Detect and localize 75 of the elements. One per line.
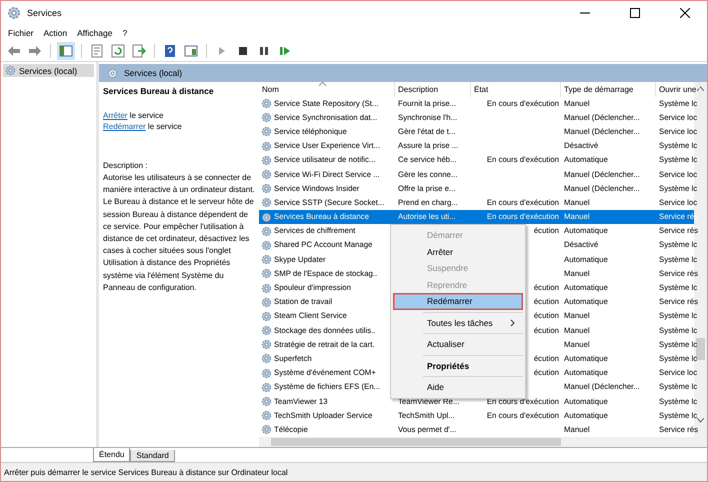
- close-icon[interactable]: [680, 8, 690, 18]
- menu-item[interactable]: Redémarrer: [393, 293, 523, 310]
- gear-icon: [261, 126, 272, 138]
- gear-icon: [261, 112, 272, 124]
- panel-icon: [59, 44, 73, 58]
- column-header[interactable]: Nom: [259, 82, 395, 96]
- column-header[interactable]: État: [471, 82, 561, 96]
- column-header[interactable]: Description: [395, 82, 471, 96]
- gear-icon: [261, 268, 272, 280]
- gear-icon: [5, 65, 16, 76]
- horizontal-scrollbar[interactable]: [259, 437, 707, 447]
- gear-icon: [261, 282, 272, 294]
- gear-icon: [261, 382, 272, 393]
- gear-icon: [261, 296, 272, 308]
- properties-icon[interactable]: [90, 44, 104, 58]
- gear-icon: [261, 140, 272, 152]
- services-icon: [7, 6, 21, 20]
- resume-icon[interactable]: [278, 44, 292, 58]
- stop-icon[interactable]: [236, 44, 250, 58]
- pause-icon[interactable]: [257, 44, 271, 58]
- gear-icon: [261, 424, 272, 436]
- menu-item[interactable]: Propriétés: [393, 358, 523, 374]
- gear-icon: [261, 226, 272, 237]
- menu-item[interactable]: Affichage: [73, 28, 116, 38]
- scroll-down-icon[interactable]: [697, 418, 704, 423]
- scroll-thumb[interactable]: [271, 438, 561, 446]
- menu-item[interactable]: ?: [118, 28, 132, 38]
- tree-item[interactable]: Services (local): [3, 64, 94, 77]
- action-link[interactable]: Redémarrer: [103, 122, 146, 131]
- forward-arrow-icon[interactable]: [28, 44, 42, 58]
- gear-icon: [261, 98, 272, 110]
- back-arrow-icon[interactable]: [7, 44, 21, 58]
- gear-icon: [261, 212, 272, 223]
- gear-icon: [261, 368, 272, 379]
- refresh-icon[interactable]: [111, 44, 125, 58]
- menu-item[interactable]: Toutes les tâches: [393, 314, 523, 331]
- sort-up-icon: [319, 82, 326, 86]
- maximize-icon[interactable]: [630, 8, 640, 18]
- menu-item[interactable]: Aide: [393, 379, 523, 396]
- gear-icon: [261, 197, 272, 208]
- scroll-thumb[interactable]: [696, 338, 705, 360]
- scroll-up-icon[interactable]: [697, 86, 704, 91]
- panel-icon[interactable]: [184, 44, 198, 58]
- menu-item[interactable]: Fichier: [4, 28, 38, 38]
- action-text: Arrêter le service: [103, 110, 164, 121]
- help-icon[interactable]: [163, 44, 177, 58]
- export-icon[interactable]: [132, 44, 146, 58]
- gear-icon: [261, 169, 272, 180]
- panel-title: Services (local): [124, 68, 182, 78]
- gear-icon: [261, 325, 272, 336]
- gear-icon: [261, 154, 272, 166]
- gear-icon: [261, 254, 272, 266]
- gear-icon: [261, 410, 272, 422]
- action-link[interactable]: Arrêter: [103, 111, 128, 120]
- window-title: Services: [27, 8, 62, 18]
- service-title: Services Bureau à distance: [103, 86, 215, 96]
- column-header[interactable]: Type de démarrage: [561, 82, 656, 96]
- action-text: Redémarrer le service: [103, 121, 183, 132]
- menu-item[interactable]: Action: [40, 28, 72, 38]
- minimize-icon[interactable]: [580, 12, 590, 14]
- description-text: Autorise les utilisateurs à se connecter de manière interactive à un ordinateur distant. Le Bureau à distance et le serveur hôte de session Bureau à distance dépendent de ce service. Pour empêcher l'utilisation à distance de cet ordinateur, désactivez les cases à cocher situées sous l'onglet Utilisation à distance des Propriétés système via l'élément Système du Panneau de configuration.: [103, 172, 255, 294]
- gear-icon: [261, 353, 272, 364]
- gear-icon: [261, 183, 272, 194]
- gear-icon: [261, 396, 272, 408]
- status-bar: Arrêter puis démarrer le service Services Bureau à distance sur Ordinateur local: [1, 462, 707, 481]
- console-tree-button[interactable]: [57, 42, 75, 60]
- gear-icon: [261, 310, 272, 322]
- menu-item[interactable]: Actualiser: [393, 336, 523, 352]
- view-tab[interactable]: Standard: [130, 450, 175, 462]
- gear-icon: [261, 339, 272, 350]
- gear-icon: [261, 240, 272, 251]
- menu-item[interactable]: Arrêter: [393, 244, 523, 260]
- view-tab[interactable]: Étendu: [93, 448, 130, 462]
- description-label: Description :: [103, 160, 148, 172]
- gear-icon: [107, 68, 118, 78]
